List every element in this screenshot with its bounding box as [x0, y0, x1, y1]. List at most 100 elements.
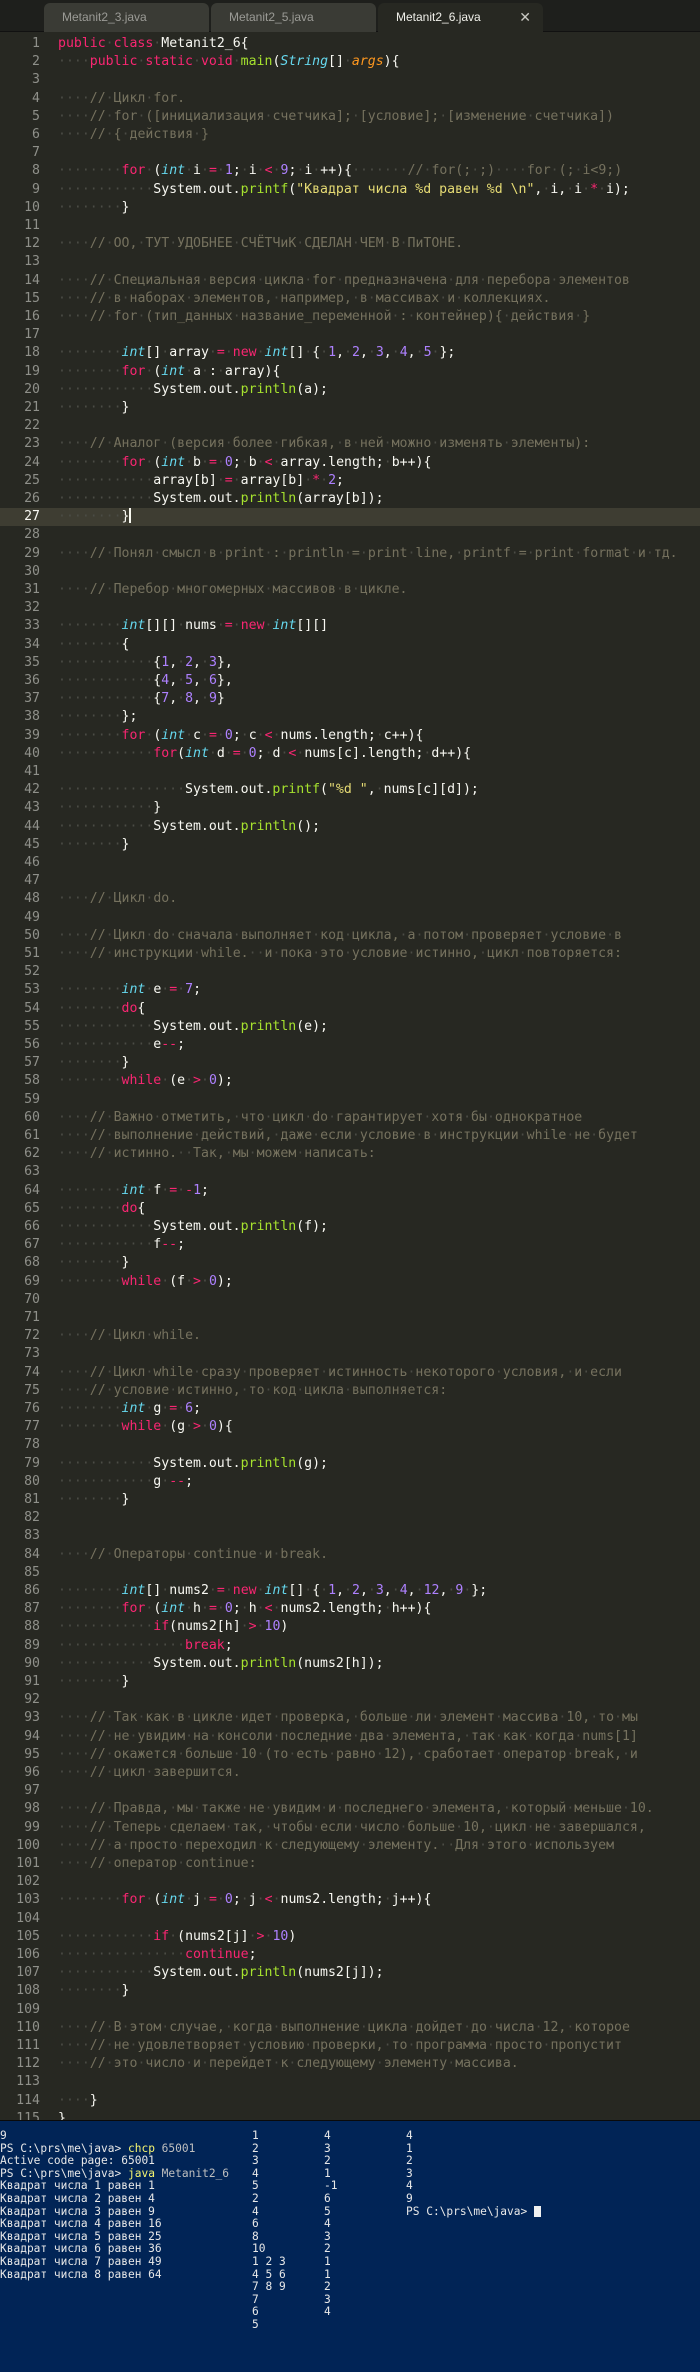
code-line[interactable]: 65 ········do{ [0, 1200, 700, 1218]
tab-metanit2-6-java[interactable]: Metanit2_6.java ✕ [378, 3, 543, 32]
code-line[interactable]: 9 ············System.out.printf("Квадрат … [0, 181, 700, 199]
code-line[interactable]: 75 ····//·условие·истинно,·то·код·цикла·в… [0, 1382, 700, 1400]
code-line[interactable]: 55 ············System.out.println(e); [0, 1018, 700, 1036]
code-line[interactable]: 79 ············System.out.println(g); [0, 1455, 700, 1473]
code-line[interactable]: 2 ····public·static·void·main(String[]·ar… [0, 53, 700, 71]
code-line[interactable]: 49 [0, 909, 700, 927]
code-line[interactable]: 50 ····//·Цикл·do·сначала·выполняет·код·ц… [0, 927, 700, 945]
code-line[interactable]: 33 ········int[][]·nums·=·new·int[][] [0, 617, 700, 635]
code-line[interactable]: 1 public·class·Metanit2_6{ [0, 35, 700, 53]
code-line[interactable]: 100 ····//·а·просто·переходил·к·следующем… [0, 1837, 700, 1855]
code-line[interactable]: 63 [0, 1163, 700, 1181]
code-line[interactable]: 96 ····//·цикл·завершится. [0, 1764, 700, 1782]
code-line[interactable]: 105 ············if·(nums2[j]·>·10) [0, 1928, 700, 1946]
code-line[interactable]: 58 ········while·(e·>·0); [0, 1072, 700, 1090]
code-line[interactable]: 74 ····//·Цикл·while·сразу·проверяет·исти… [0, 1364, 700, 1382]
tab-metanit2-3-java[interactable]: Metanit2_3.java [44, 3, 209, 32]
code-line[interactable]: 51 ····//·инструкции·while.··и·пока·это·у… [0, 945, 700, 963]
code-line[interactable]: 59 [0, 1091, 700, 1109]
code-line[interactable]: 32 [0, 599, 700, 617]
code-line[interactable]: 26 ············System.out.println(array[b… [0, 490, 700, 508]
code-line[interactable]: 4 ····//·Цикл·for. [0, 90, 700, 108]
terminal-panel[interactable]: 9 PS C:\prs\me\java> chcp 65001 Active cod… [0, 2120, 700, 2372]
code-line[interactable]: 72 ····//·Цикл·while. [0, 1327, 700, 1345]
tab-metanit2-5-java[interactable]: Metanit2_5.java [211, 3, 376, 32]
code-line[interactable]: 104 [0, 1910, 700, 1928]
code-line[interactable]: 83 [0, 1527, 700, 1545]
code-line[interactable]: 20 ············System.out.println(a); [0, 381, 700, 399]
code-line[interactable]: 111 ····//·не·удовлетворяет·условию·прове… [0, 2037, 700, 2055]
code-line[interactable]: 47 [0, 872, 700, 890]
code-line[interactable]: 40 ············for(int·d·=·0;·d·<·nums[c]… [0, 745, 700, 763]
code-line[interactable]: 39 ········for·(int·c·=·0;·c·<·nums.lengt… [0, 727, 700, 745]
code-line[interactable]: 61 ····//·выполнение·действий,·даже·если·… [0, 1127, 700, 1145]
code-line[interactable]: 12 ····//·OO,·ТУТ·УДОБНЕЕ·СЧЁТЧиК·СДЕЛАН·… [0, 235, 700, 253]
code-line[interactable]: 31 ····//·Перебор·многомерных·массивов·в·… [0, 581, 700, 599]
code-line[interactable]: 29 ····//·Понял·смысл·в·print·:·println·=… [0, 545, 700, 563]
code-line[interactable]: 44 ············System.out.println(); [0, 818, 700, 836]
code-line[interactable]: 69 ········while·(f·>·0); [0, 1273, 700, 1291]
code-line[interactable]: 30 [0, 563, 700, 581]
code-line[interactable]: 14 ····//·Специальная·версия·цикла·for·пр… [0, 272, 700, 290]
code-line[interactable]: 18 ········int[]·array·=·new·int[]·{·1,·2… [0, 344, 700, 362]
code-line[interactable]: 35 ············{1,·2,·3}, [0, 654, 700, 672]
code-line[interactable]: 5 ····//·for·([инициализация·счетчика];·[… [0, 108, 700, 126]
code-line[interactable]: 45 ········} [0, 836, 700, 854]
code-line[interactable]: 82 [0, 1509, 700, 1527]
code-line[interactable]: 90 ············System.out.println(nums2[h… [0, 1655, 700, 1673]
code-line[interactable]: 21 ········} [0, 399, 700, 417]
code-line[interactable]: 11 [0, 217, 700, 235]
code-line[interactable]: 80 ············g·--; [0, 1473, 700, 1491]
code-line[interactable]: 57 ········} [0, 1054, 700, 1072]
code-line[interactable]: 23 ····//·Аналог·(версия·более·гибкая,·в·… [0, 435, 700, 453]
code-line[interactable]: 115} [0, 2110, 700, 2120]
code-line[interactable]: 34 ········{ [0, 636, 700, 654]
code-line[interactable]: 46 [0, 854, 700, 872]
code-editor[interactable]: 1 public·class·Metanit2_6{2 ····public·sta… [0, 32, 700, 2120]
code-line[interactable]: 110 ····//·В·этом·случае,·когда·выполнени… [0, 2019, 700, 2037]
code-line[interactable]: 27 ········} [0, 508, 700, 527]
code-line[interactable]: 28 [0, 526, 700, 544]
code-line[interactable]: 106 ················continue; [0, 1946, 700, 1964]
code-line[interactable]: 16 ····//·for·(тип_данных·название_переме… [0, 308, 700, 326]
code-line[interactable]: 54 ········do{ [0, 1000, 700, 1018]
code-line[interactable]: 17 [0, 326, 700, 344]
code-line[interactable]: 71 [0, 1309, 700, 1327]
code-line[interactable]: 15 ····//·в·наборах·элементов,·например,·… [0, 290, 700, 308]
code-line[interactable]: 103 ········for·(int·j·=·0;·j·<·nums2.len… [0, 1891, 700, 1909]
code-line[interactable]: 76 ········int·g·=·6; [0, 1400, 700, 1418]
code-line[interactable]: 114 ····} [0, 2092, 700, 2110]
code-line[interactable]: 95 ····//·окажется·больше·10·(то·есть·рав… [0, 1746, 700, 1764]
code-line[interactable]: 62 ····//·истинно.··Так,·мы·можем·написат… [0, 1145, 700, 1163]
terminal-prompt[interactable]: PS C:\prs\me\java> [406, 2205, 541, 2219]
code-line[interactable]: 53 ········int·e·=·7; [0, 981, 700, 999]
code-line[interactable]: 36 ············{4,·5,·6}, [0, 672, 700, 690]
code-line[interactable]: 64 ········int·f·=·-1; [0, 1182, 700, 1200]
code-line[interactable]: 93 ····//·Так·как·в·цикле·идет·проверка,·… [0, 1709, 700, 1727]
code-line[interactable]: 109 [0, 2001, 700, 2019]
code-line[interactable]: 78 [0, 1436, 700, 1454]
code-line[interactable]: 60 ····//·Важно·отметить,·что·цикл·do·гар… [0, 1109, 700, 1127]
code-line[interactable]: 101 ····//·оператор·continue: [0, 1855, 700, 1873]
code-line[interactable]: 37 ············{7,·8,·9} [0, 690, 700, 708]
code-line[interactable]: 7 [0, 144, 700, 162]
code-line[interactable]: 68 ········} [0, 1254, 700, 1272]
code-line[interactable]: 13 [0, 253, 700, 271]
code-line[interactable]: 52 [0, 963, 700, 981]
code-line[interactable]: 10 ········} [0, 199, 700, 217]
code-line[interactable]: 25 ············array[b]·=·array[b]·*·2; [0, 472, 700, 490]
code-line[interactable]: 8 ········for·(int·i·=·1;·i·<·9;·i·++){··… [0, 162, 700, 180]
code-line[interactable]: 97 [0, 1782, 700, 1800]
code-line[interactable]: 99 ····//·Теперь·сделаем·так,·чтобы·если·… [0, 1819, 700, 1837]
code-line[interactable]: 3 [0, 71, 700, 89]
code-line[interactable]: 6 ····//·{·действия·} [0, 126, 700, 144]
code-line[interactable]: 48 ····//·Цикл·do. [0, 890, 700, 908]
code-line[interactable]: 85 [0, 1564, 700, 1582]
code-line[interactable]: 92 [0, 1691, 700, 1709]
code-line[interactable]: 91 ········} [0, 1673, 700, 1691]
code-line[interactable]: 66 ············System.out.println(f); [0, 1218, 700, 1236]
code-line[interactable]: 107 ············System.out.println(nums2[… [0, 1964, 700, 1982]
code-line[interactable]: 67 ············f--; [0, 1236, 700, 1254]
code-line[interactable]: 86 ········int[]·nums2·=·new·int[]·{·1,·2… [0, 1582, 700, 1600]
code-line[interactable]: 38 ········}; [0, 708, 700, 726]
